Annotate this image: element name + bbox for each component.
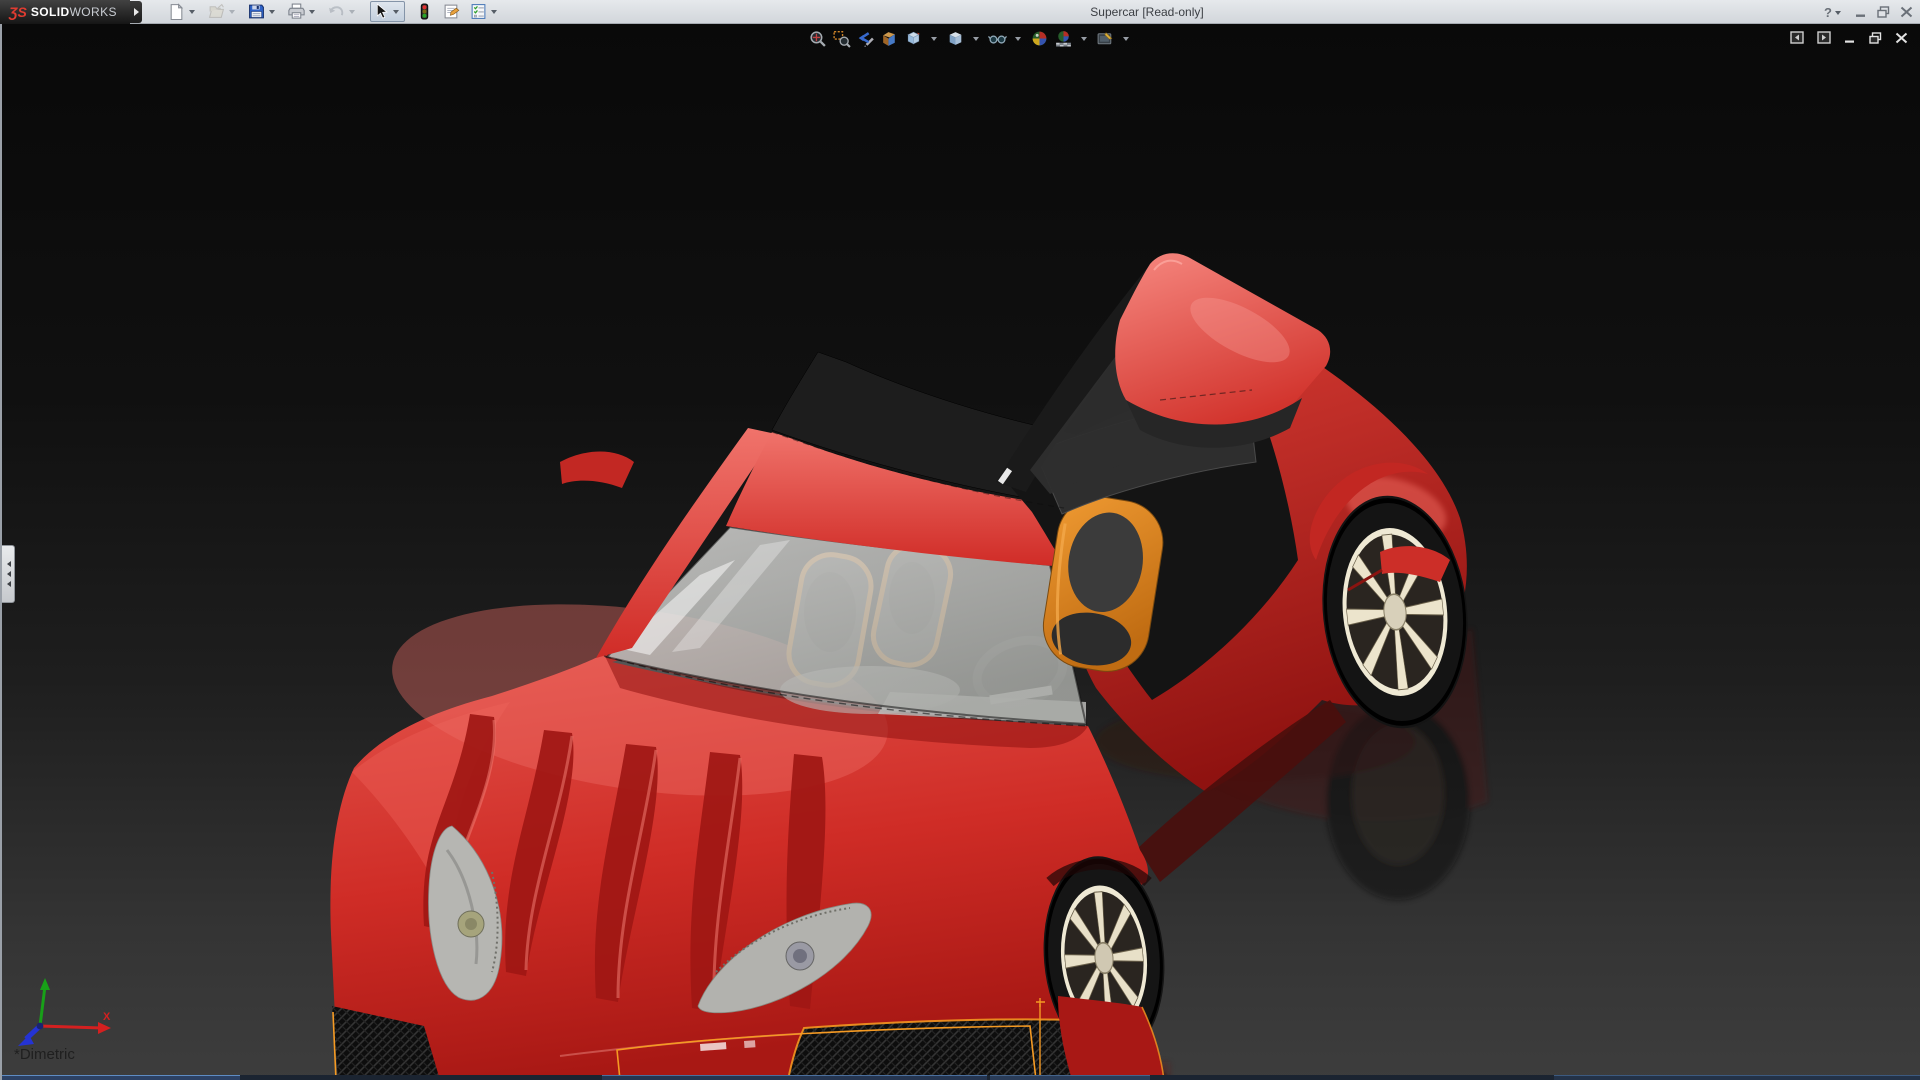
select-button-group bbox=[370, 1, 405, 22]
options-dropdown[interactable] bbox=[491, 9, 497, 17]
section-view-button[interactable] bbox=[880, 29, 899, 48]
apply-scene-button[interactable] bbox=[1054, 29, 1073, 48]
undo-icon bbox=[329, 6, 344, 16]
print-button[interactable] bbox=[288, 2, 305, 21]
help-icon: ? bbox=[1824, 4, 1832, 20]
ds-logo-glyph: ƷS bbox=[9, 3, 27, 20]
pane-toggle-right-icon[interactable] bbox=[1817, 31, 1831, 44]
close-icon[interactable] bbox=[1900, 6, 1913, 18]
minimize-icon[interactable] bbox=[1855, 6, 1867, 18]
brand-text-bold: SOLID bbox=[30, 4, 70, 19]
open-folder-icon bbox=[208, 3, 225, 18]
print-dropdown[interactable] bbox=[309, 9, 315, 17]
open-dropdown bbox=[229, 9, 235, 17]
flyout-arrow-icon bbox=[133, 7, 143, 16]
display-style-dropdown[interactable] bbox=[973, 36, 979, 44]
graphics-viewport[interactable]: X *Dimetric bbox=[0, 24, 1920, 1080]
taskbar-sliver bbox=[2, 1075, 1920, 1080]
open-button bbox=[208, 2, 225, 21]
print-icon bbox=[288, 3, 305, 19]
view-orientation-button[interactable] bbox=[904, 29, 923, 48]
new-dropdown[interactable] bbox=[189, 9, 195, 17]
solidworks-window: ƷS SOLID WORKS Supercar [Read-only] ? X … bbox=[0, 0, 1920, 1080]
display-style-icon bbox=[949, 32, 962, 45]
zoom-to-area-icon bbox=[833, 30, 851, 48]
options-checklist-icon bbox=[471, 4, 486, 19]
minimize-icon[interactable] bbox=[1844, 32, 1856, 44]
chevron-left-icon bbox=[4, 561, 11, 567]
view-orientation-label: *Dimetric bbox=[14, 1046, 75, 1063]
new-document-icon bbox=[170, 3, 184, 20]
help-dropdown[interactable] bbox=[1835, 11, 1841, 18]
y-axis-arrow bbox=[40, 978, 50, 990]
traffic-light-icon bbox=[420, 3, 429, 20]
undo-dropdown bbox=[349, 9, 355, 17]
app-window-controls: ? bbox=[1824, 0, 1913, 24]
select-button[interactable] bbox=[372, 2, 389, 21]
chevron-left-icon bbox=[4, 571, 11, 577]
zoom-to-fit-icon bbox=[810, 31, 826, 47]
select-cursor-icon bbox=[376, 3, 388, 19]
chevron-left-icon bbox=[4, 581, 11, 587]
x-axis-label: X bbox=[103, 1011, 111, 1023]
x-axis-arrow bbox=[98, 1022, 111, 1034]
select-dropdown[interactable] bbox=[393, 9, 399, 17]
menu-flyout-button[interactable] bbox=[130, 0, 143, 23]
model-canvas[interactable] bbox=[0, 24, 1920, 1080]
edit-appearance-icon bbox=[1032, 31, 1047, 46]
zoom-to-fit-button[interactable] bbox=[808, 29, 827, 48]
view-settings-button[interactable] bbox=[1096, 29, 1115, 48]
hide-show-items-dropdown[interactable] bbox=[1015, 36, 1021, 44]
view-settings-icon bbox=[1097, 32, 1113, 45]
previous-view-button[interactable] bbox=[856, 29, 875, 48]
solidworks-logo: ƷS SOLID WORKS bbox=[0, 0, 130, 24]
view-settings-dropdown[interactable] bbox=[1123, 36, 1129, 44]
restore-icon[interactable] bbox=[1869, 31, 1882, 44]
previous-view-icon bbox=[858, 32, 874, 47]
hide-show-items-icon bbox=[988, 35, 1007, 44]
undo-button bbox=[328, 2, 345, 21]
main-toolbar bbox=[168, 1, 510, 22]
section-view-icon bbox=[883, 32, 895, 46]
help-button[interactable]: ? bbox=[1824, 5, 1845, 20]
file-properties-icon bbox=[444, 4, 460, 19]
new-button[interactable] bbox=[168, 2, 185, 21]
headsup-view-toolbar bbox=[808, 29, 1133, 48]
orientation-triad: X bbox=[18, 978, 111, 1046]
apply-scene-icon bbox=[1056, 31, 1071, 47]
featuremanager-expand-tab[interactable] bbox=[2, 545, 15, 603]
view-orientation-icon bbox=[907, 31, 920, 45]
save-button[interactable] bbox=[248, 2, 265, 21]
hide-show-items-button[interactable] bbox=[988, 29, 1007, 48]
options-button[interactable] bbox=[470, 2, 487, 21]
display-style-button[interactable] bbox=[946, 29, 965, 48]
restore-icon[interactable] bbox=[1877, 6, 1890, 18]
save-icon bbox=[249, 4, 264, 19]
apply-scene-dropdown[interactable] bbox=[1081, 36, 1087, 44]
file-properties-button[interactable] bbox=[443, 2, 460, 21]
view-orientation-dropdown[interactable] bbox=[931, 36, 937, 44]
save-dropdown[interactable] bbox=[269, 9, 275, 17]
edit-appearance-button[interactable] bbox=[1030, 29, 1049, 48]
document-window-controls bbox=[1790, 31, 1908, 44]
title-bar: ƷS SOLID WORKS Supercar [Read-only] ? bbox=[0, 0, 1920, 24]
document-title: Supercar [Read-only] bbox=[1090, 5, 1204, 19]
close-icon[interactable] bbox=[1895, 32, 1908, 44]
zoom-to-area-button[interactable] bbox=[832, 29, 851, 48]
pane-toggle-left-icon[interactable] bbox=[1790, 31, 1804, 44]
brand-text-light: WORKS bbox=[69, 4, 117, 19]
traffic-light-button[interactable] bbox=[416, 2, 433, 21]
